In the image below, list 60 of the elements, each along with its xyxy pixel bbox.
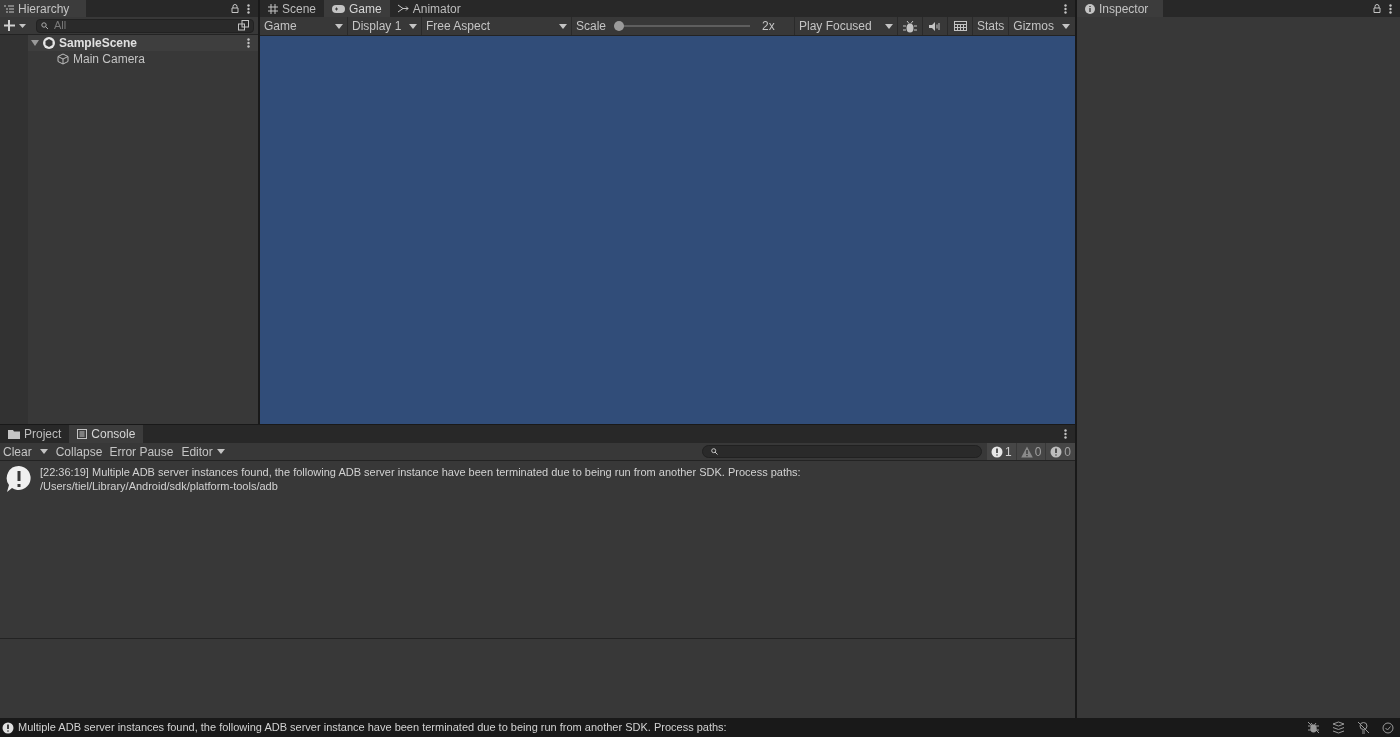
expand-triangle-icon[interactable] xyxy=(31,39,39,47)
caret-icon xyxy=(885,23,893,29)
caret-icon xyxy=(409,23,417,29)
warning-icon xyxy=(1020,445,1033,458)
folder-icon xyxy=(8,429,20,439)
gizmos-dropdown[interactable]: Gizmos xyxy=(1009,17,1075,35)
search-field[interactable]: All xyxy=(36,18,254,33)
count-toggle[interactable]: 1 xyxy=(986,443,1016,460)
cube-icon xyxy=(57,53,69,65)
hierarchy-item[interactable]: SampleScene xyxy=(28,35,258,51)
more-options-icon[interactable] xyxy=(247,38,250,48)
bug-icon[interactable] xyxy=(903,19,917,33)
status-message[interactable]: Multiple ADB server instances found, the following ADB server instance have been terminated due to being run from another SDK. Process paths: xyxy=(18,719,727,736)
grid-icon xyxy=(268,3,278,14)
clear-options-icon[interactable] xyxy=(39,449,48,454)
stats-button[interactable]: Stats xyxy=(973,17,1009,35)
hierarchy-tab[interactable]: Hierarchy xyxy=(0,0,86,17)
info-bubble-icon xyxy=(990,445,1003,458)
check-circle-icon[interactable] xyxy=(1382,721,1394,734)
panel-tab[interactable]: Game xyxy=(324,0,390,17)
scale-value: 2x xyxy=(761,18,776,35)
display-dropdown[interactable]: Display 1 xyxy=(348,17,421,35)
info-bubble-icon xyxy=(6,465,32,493)
log-message: [22:36:19] Multiple ADB server instances found, the following ADB server instance have been terminated due to being run from another SDK. Process paths: xyxy=(40,465,801,479)
error-icon xyxy=(1050,445,1063,458)
gamepad-icon xyxy=(332,4,346,13)
hierarchy-item[interactable]: Main Camera xyxy=(28,51,258,67)
lock-icon[interactable] xyxy=(1373,4,1381,13)
caret-icon xyxy=(559,23,567,29)
layers-icon[interactable] xyxy=(1332,721,1345,734)
log-path: /Users/tiel/Library/Android/sdk/platform-tools/adb xyxy=(40,479,279,493)
branch-arrow-icon xyxy=(397,4,409,13)
lightbulb-icon[interactable] xyxy=(1357,721,1370,734)
console-search-field[interactable] xyxy=(701,445,982,458)
speaker-icon[interactable] xyxy=(929,21,941,31)
caret-icon xyxy=(216,449,225,454)
grid-icon[interactable] xyxy=(953,21,967,31)
aspect-dropdown[interactable]: Free Aspect xyxy=(422,17,571,35)
bug-icon[interactable] xyxy=(1307,721,1320,734)
more-options-icon[interactable] xyxy=(1064,3,1067,14)
caret-icon xyxy=(1062,23,1071,29)
scale-label: Scale xyxy=(576,18,607,35)
info-icon xyxy=(1085,3,1095,14)
search-icon xyxy=(710,448,718,455)
more-options-icon[interactable] xyxy=(247,3,250,14)
document-icon xyxy=(77,429,88,439)
play-mode-dropdown[interactable]: Play Focused xyxy=(795,17,897,35)
more-options-icon[interactable] xyxy=(1064,429,1067,439)
add-dropdown-icon[interactable] xyxy=(4,20,28,31)
caret-icon xyxy=(335,23,343,29)
panel-tab[interactable]: Console xyxy=(69,425,144,443)
count-toggle[interactable]: 0 xyxy=(1016,443,1046,460)
list-icon xyxy=(4,4,14,13)
search-icon xyxy=(41,21,50,30)
view-dropdown[interactable]: Game xyxy=(260,17,347,35)
lock-icon[interactable] xyxy=(231,4,239,13)
count-toggle[interactable]: 0 xyxy=(1046,443,1075,460)
scene-search-icon[interactable] xyxy=(238,20,249,31)
inspector-tab[interactable]: Inspector xyxy=(1077,0,1163,17)
more-options-icon[interactable] xyxy=(1389,3,1392,14)
